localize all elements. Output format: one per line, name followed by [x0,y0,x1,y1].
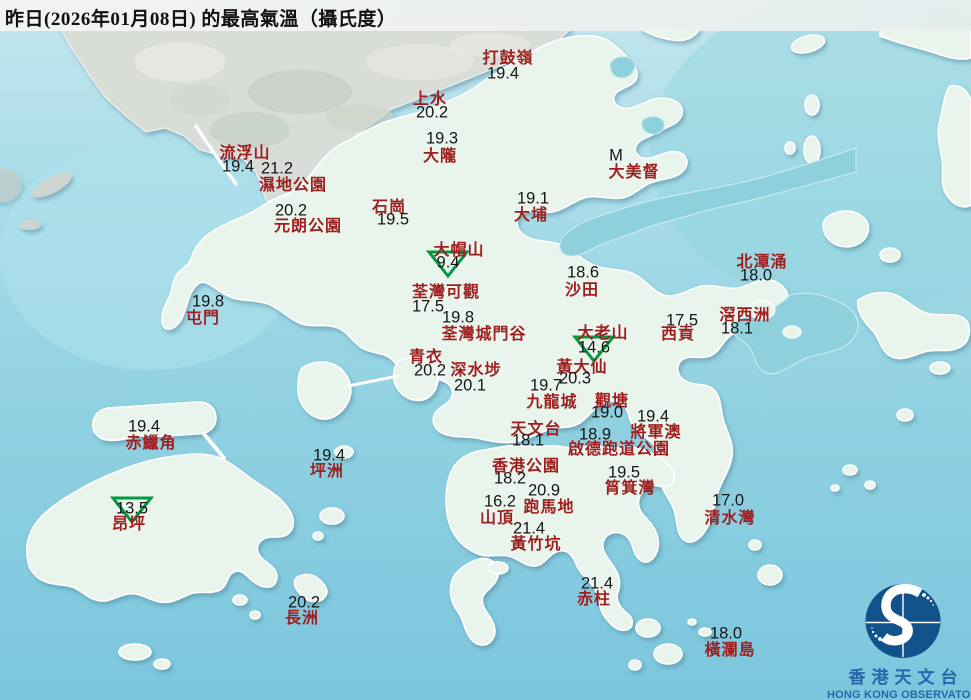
station-value: 17.5 [665,311,699,330]
station-value: 17.5 [411,297,445,316]
station-value: 17.0 [711,491,745,510]
hko-logo: 香港天文台 HONG KONG OBSERVATORY [827,582,971,700]
station-value: 18.0 [709,624,743,643]
station-value: 20.9 [527,481,561,500]
station-value: 13.5 [115,499,149,518]
station-value: 19.4 [636,407,670,426]
station-value: 18.6 [566,263,600,282]
station-value: 16.2 [483,492,517,511]
station-value: 14.6 [577,338,611,357]
station-value: 9.4 [436,253,460,272]
station-value: 19.4 [312,446,346,465]
station-value: 19.8 [191,292,225,311]
station-value: 18.0 [739,266,773,285]
station-value: 20.2 [415,103,449,122]
station-value: 19.4 [221,157,255,176]
station-value: 20.1 [453,376,487,395]
station-value: 19.1 [516,189,550,208]
stations-layer: 19.4 打鼓嶺 20.2 上水 19.3 大隴 19.4 流浮山 21.2 濕地公園 20.2 元朗… [0,0,971,700]
hko-logo-english: HONG KONG OBSERVATORY [827,689,971,700]
station-value: 18.1 [511,431,545,450]
station-value: 19.7 [529,376,563,395]
station-value: 19.5 [376,210,410,229]
station-value: M [609,146,623,165]
station-value: 19.8 [441,308,475,327]
station-value: 19.4 [486,64,520,83]
station-value: 19.4 [127,417,161,436]
station-value: 20.3 [558,369,592,388]
hko-max-temperature-map: 昨日(2026年01月08日) 的最高氣溫（攝氏度） 19.4 打鼓嶺 20.2 上水… [0,0,971,700]
station-value: 19.3 [425,129,459,148]
station-value: 18.9 [578,425,612,444]
station-value: 20.2 [287,593,321,612]
station-value: 21.4 [512,519,546,538]
station-value: 18.1 [720,319,754,338]
hko-logo-chinese: 香港天文台 [848,668,964,687]
station-value: 19.0 [590,403,624,422]
station-value: 20.2 [274,201,308,220]
station-value: 21.4 [580,574,614,593]
station-value: 19.5 [607,463,641,482]
station-value: 21.2 [260,159,294,178]
station-value: 18.2 [493,469,527,488]
station-value: 20.2 [413,361,447,380]
hko-logo-icon [865,583,941,658]
